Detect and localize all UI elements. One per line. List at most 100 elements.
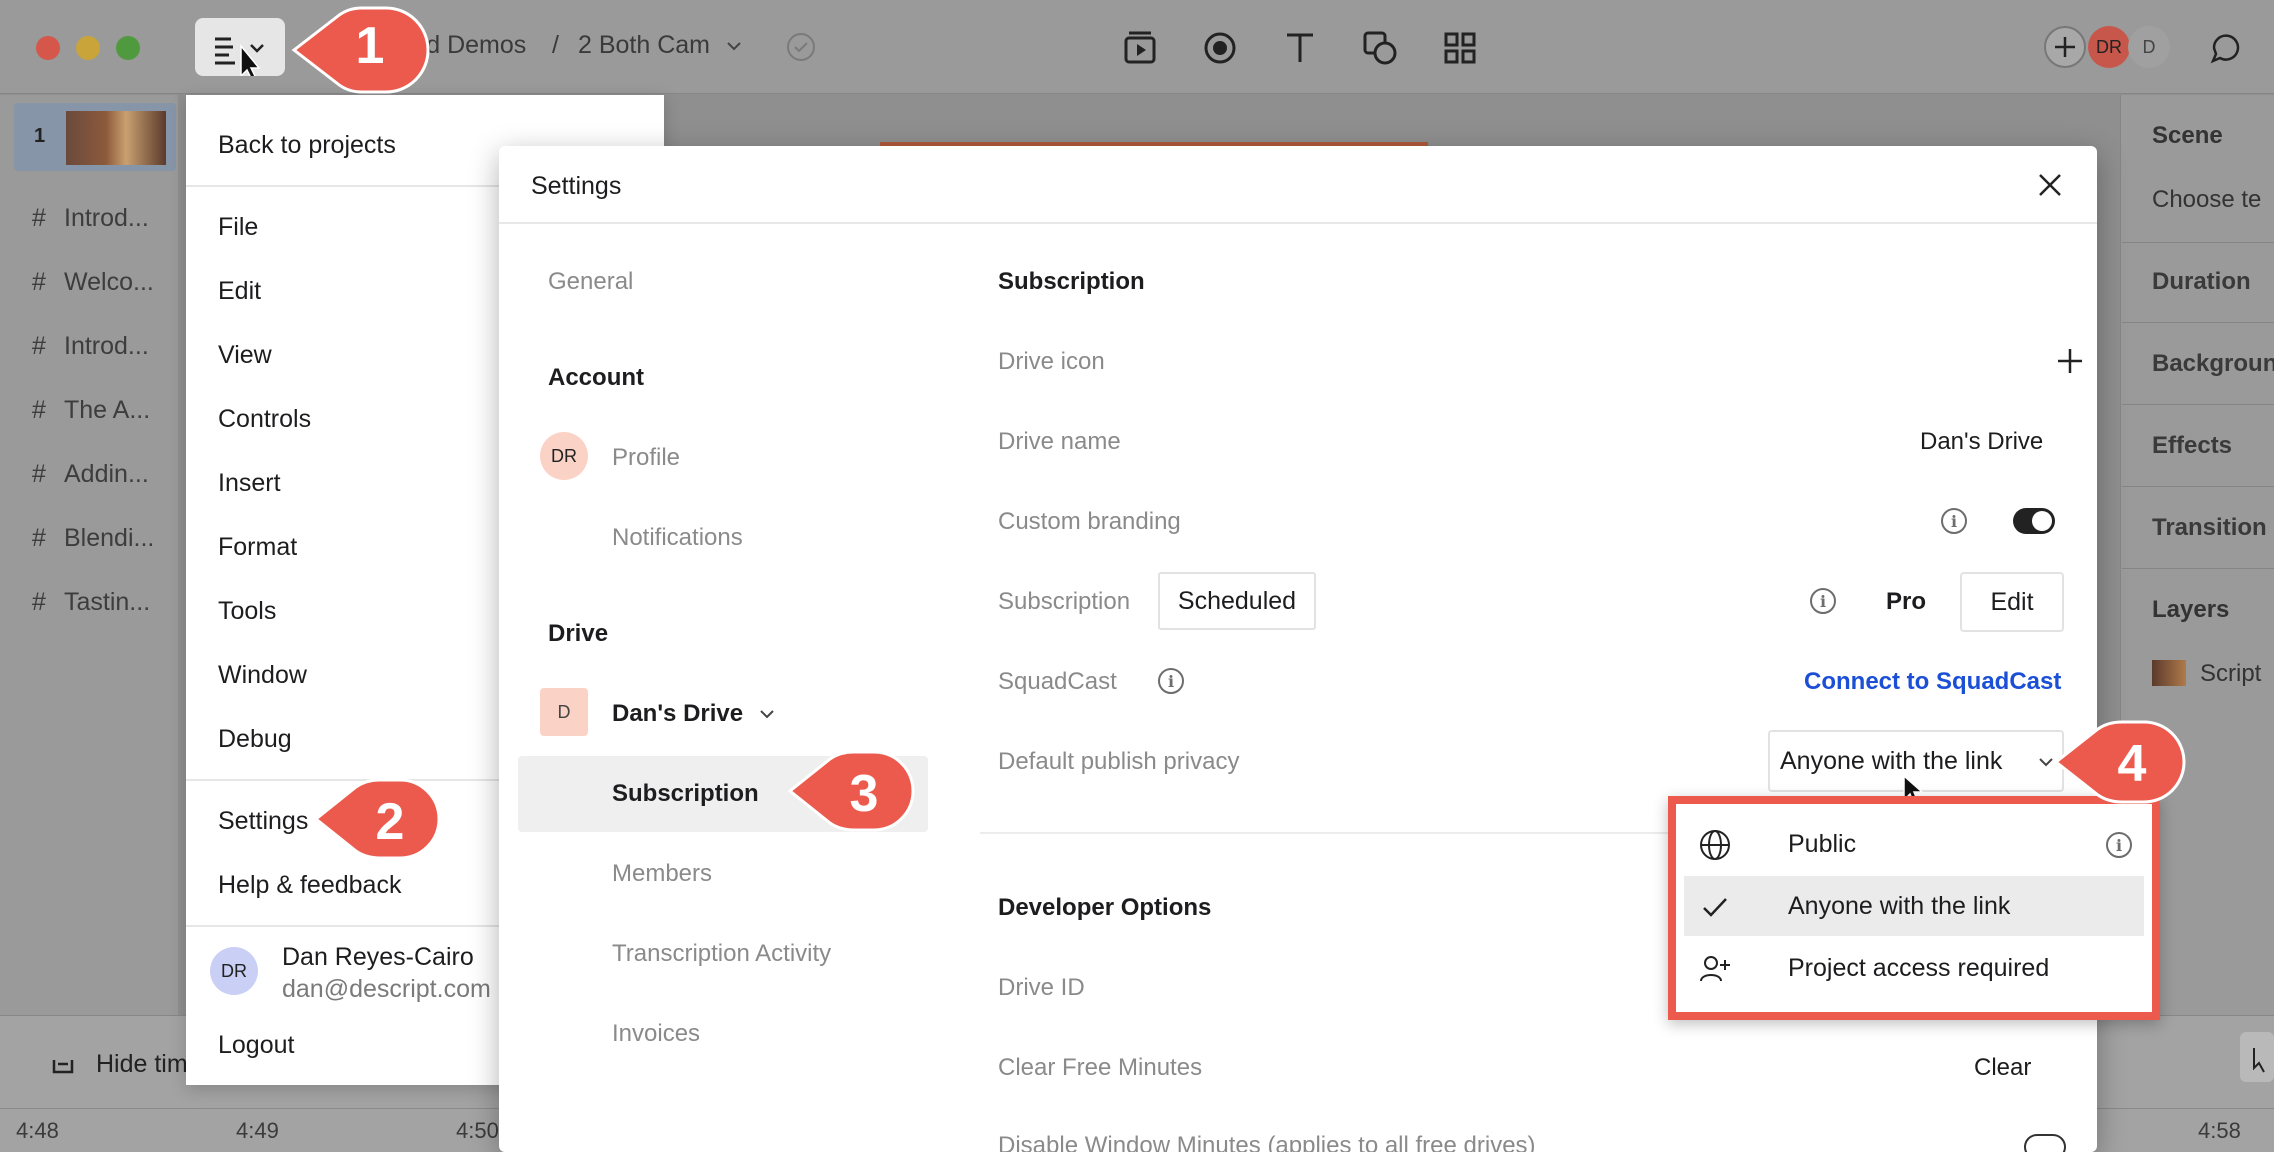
- plus-icon[interactable]: [2055, 346, 2085, 376]
- scene-heading: Scene: [2152, 122, 2223, 149]
- menu-item-back-to-projects[interactable]: Back to projects: [218, 131, 396, 160]
- callout-number: 4: [2117, 735, 2147, 793]
- menu-item-file[interactable]: File: [218, 213, 258, 242]
- menu-item-debug[interactable]: Debug: [218, 725, 292, 754]
- globe-icon: [1700, 830, 1730, 860]
- subscription-status-badge: Scheduled: [1158, 572, 1316, 630]
- script-item[interactable]: Introd...: [64, 204, 149, 233]
- chevron-down-icon[interactable]: [724, 36, 744, 56]
- script-item[interactable]: Welco...: [64, 268, 154, 297]
- minimize-window-button[interactable]: [76, 36, 100, 60]
- nav-drive-name[interactable]: Dan's Drive: [612, 700, 743, 728]
- plus-icon: [2055, 37, 2075, 57]
- script-item[interactable]: Tastin...: [64, 588, 150, 617]
- add-collaborator-button[interactable]: [2044, 26, 2086, 68]
- hide-timeline-icon[interactable]: [48, 1048, 78, 1078]
- info-icon[interactable]: i: [1158, 668, 1184, 694]
- menu-lines-icon: [215, 37, 264, 80]
- nav-general[interactable]: General: [548, 268, 633, 296]
- breadcrumb-document[interactable]: 2 Both Cam: [578, 31, 710, 60]
- nav-subscription[interactable]: Subscription: [612, 780, 759, 808]
- privacy-option-project-access[interactable]: Project access required: [1684, 938, 2144, 998]
- nav-invoices[interactable]: Invoices: [612, 1020, 700, 1048]
- transitions-heading[interactable]: Transition: [2152, 514, 2267, 542]
- menu-item-format[interactable]: Format: [218, 533, 297, 562]
- user-avatar: DR: [210, 947, 258, 995]
- divider: [2122, 242, 2274, 243]
- disable-window-toggle[interactable]: [2024, 1134, 2066, 1152]
- hash-icon: #: [32, 204, 46, 232]
- profile-avatar: DR: [540, 432, 588, 480]
- time-marker: 4:58: [2198, 1118, 2241, 1143]
- comment-icon[interactable]: [2208, 30, 2244, 66]
- layers-heading: Layers: [2152, 596, 2230, 623]
- script-item[interactable]: The A...: [64, 396, 150, 425]
- text-tool-icon[interactable]: [1280, 28, 1320, 68]
- cursor-tool-icon[interactable]: [2240, 1032, 2274, 1082]
- scene-number: 1: [34, 125, 46, 147]
- subscription-label: Subscription: [998, 588, 1131, 615]
- nav-members[interactable]: Members: [612, 860, 712, 888]
- info-icon[interactable]: i: [1941, 508, 1967, 534]
- scene-thumbnail-row[interactable]: 1: [14, 103, 176, 171]
- menu-item-logout[interactable]: Logout: [218, 1031, 294, 1060]
- dialog-title: Settings: [531, 172, 622, 200]
- menu-item-help[interactable]: Help & feedback: [218, 871, 401, 900]
- menu-item-insert[interactable]: Insert: [218, 469, 281, 498]
- zoom-window-button[interactable]: [116, 36, 140, 60]
- drive-name-value[interactable]: Dan's Drive: [1920, 428, 2043, 456]
- hide-timeline-button[interactable]: Hide tim: [96, 1050, 188, 1079]
- check-circle-icon[interactable]: [786, 32, 816, 62]
- avatar-d[interactable]: D: [2128, 26, 2170, 68]
- time-marker: 4:49: [236, 1118, 279, 1143]
- privacy-option-anyone-with-link[interactable]: Anyone with the link: [1684, 876, 2144, 936]
- duration-heading[interactable]: Duration: [2152, 268, 2251, 296]
- toggle-knob: [2032, 511, 2052, 531]
- menu-item-edit[interactable]: Edit: [218, 277, 261, 306]
- choose-template[interactable]: Choose te: [2152, 186, 2261, 214]
- script-item[interactable]: Addin...: [64, 460, 149, 489]
- privacy-option-label: Project access required: [1788, 954, 2050, 982]
- chevron-down-icon[interactable]: [757, 704, 777, 724]
- info-icon[interactable]: i: [2106, 832, 2132, 858]
- time-marker: 4:50: [456, 1118, 499, 1143]
- nav-transcription-activity[interactable]: Transcription Activity: [612, 940, 831, 968]
- scene-thumbnail-image: [66, 111, 166, 165]
- privacy-select-value: Anyone with the link: [1780, 746, 2003, 775]
- script-item[interactable]: Blendi...: [64, 524, 154, 553]
- shape-tool-icon[interactable]: [1360, 28, 1400, 68]
- divider: [2122, 568, 2274, 569]
- developer-options-title: Developer Options: [998, 894, 1212, 921]
- record-icon[interactable]: [1200, 28, 1240, 68]
- info-icon[interactable]: i: [1810, 588, 1836, 614]
- privacy-label: Default publish privacy: [998, 748, 1240, 775]
- edit-subscription-button[interactable]: Edit: [1960, 572, 2064, 632]
- nav-notifications[interactable]: Notifications: [612, 524, 743, 552]
- grid-icon[interactable]: [1440, 28, 1480, 68]
- user-email: dan@descript.com: [282, 975, 491, 1003]
- clear-button[interactable]: Clear: [1974, 1054, 2031, 1082]
- custom-branding-toggle[interactable]: [2013, 508, 2055, 534]
- menu-item-settings[interactable]: Settings: [218, 807, 308, 836]
- close-icon[interactable]: [2035, 170, 2065, 200]
- hash-icon: #: [32, 396, 46, 424]
- close-window-button[interactable]: [36, 36, 60, 60]
- clear-minutes-label: Clear Free Minutes: [998, 1054, 1203, 1081]
- layer-thumbnail: [2152, 660, 2186, 686]
- privacy-option-public[interactable]: Public i: [1684, 814, 2144, 874]
- hash-icon: #: [32, 332, 46, 360]
- privacy-dropdown: Public i Anyone with the link Project ac…: [1668, 796, 2160, 1020]
- main-menu-button[interactable]: [195, 18, 285, 80]
- menu-item-tools[interactable]: Tools: [218, 597, 276, 626]
- connect-squadcast-link[interactable]: Connect to SquadCast: [1804, 668, 2061, 696]
- media-play-icon[interactable]: [1120, 28, 1160, 68]
- avatar-dr[interactable]: DR: [2088, 26, 2130, 68]
- menu-item-window[interactable]: Window: [218, 661, 307, 690]
- nav-profile[interactable]: Profile: [612, 444, 680, 472]
- background-heading[interactable]: Backgroun: [2152, 350, 2274, 378]
- menu-item-view[interactable]: View: [218, 341, 272, 370]
- script-layer[interactable]: Script: [2200, 660, 2261, 688]
- menu-item-controls[interactable]: Controls: [218, 405, 311, 434]
- script-item[interactable]: Introd...: [64, 332, 149, 361]
- effects-heading[interactable]: Effects: [2152, 432, 2232, 460]
